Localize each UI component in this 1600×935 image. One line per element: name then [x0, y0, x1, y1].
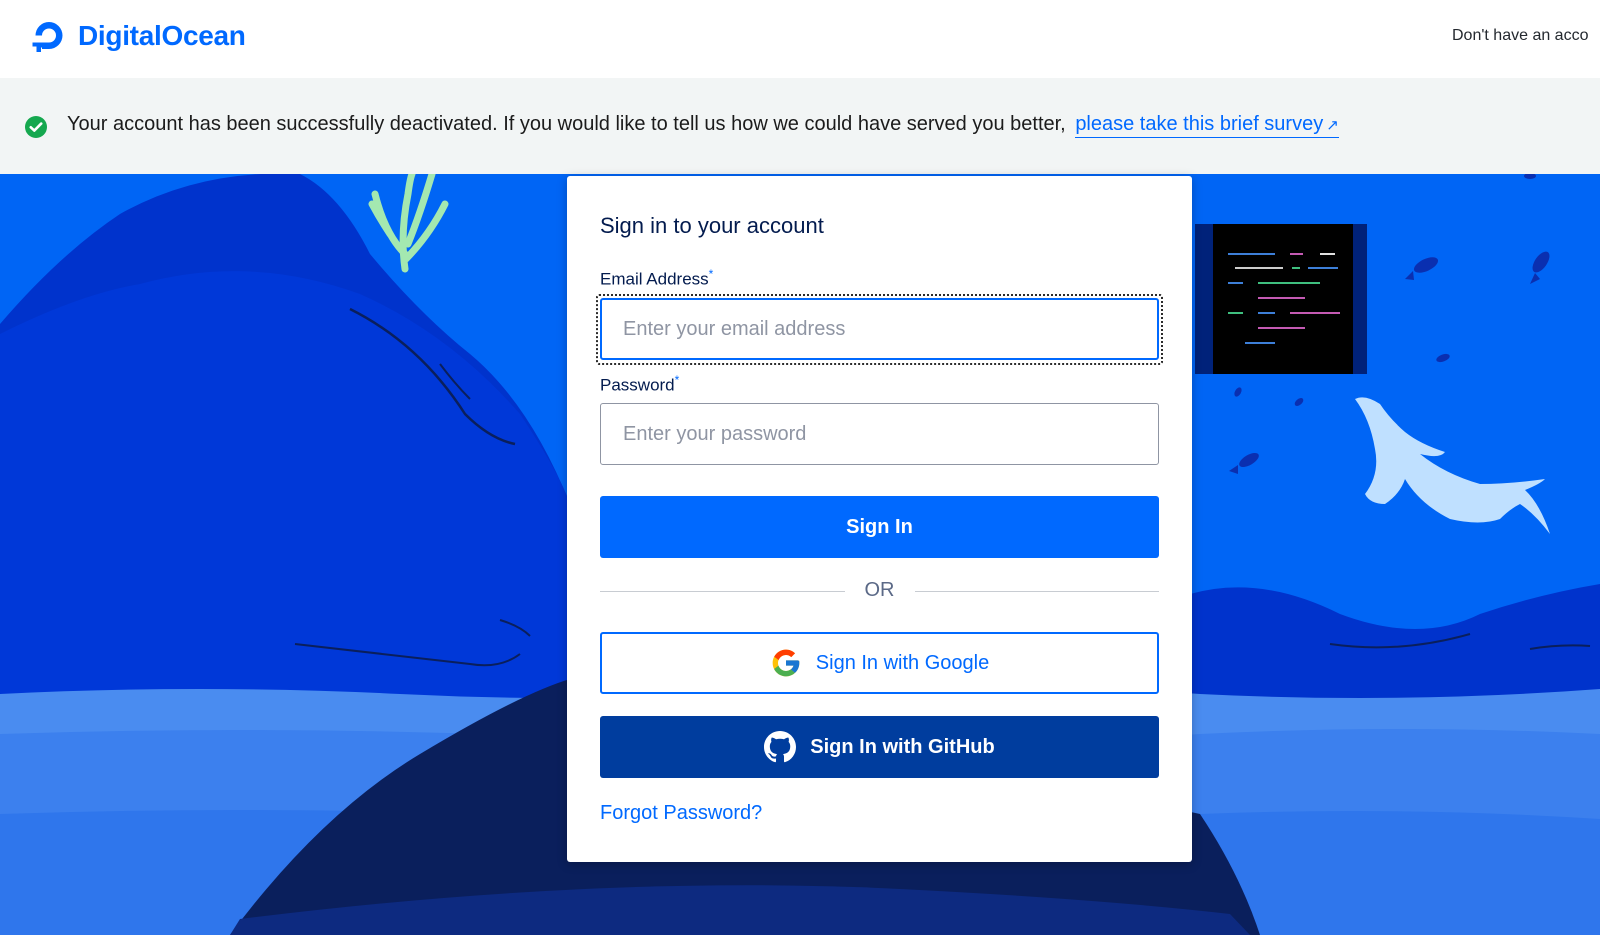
brand-logo[interactable]: DigitalOcean: [30, 17, 246, 55]
email-label-text: Email Address: [600, 269, 709, 289]
required-marker: *: [708, 267, 714, 281]
google-icon: [772, 649, 800, 677]
signin-title: Sign in to your account: [600, 213, 824, 238]
google-signin-button[interactable]: Sign In with Google: [600, 632, 1159, 694]
divider-line-right: [915, 591, 1159, 592]
success-check-icon: [25, 116, 47, 138]
google-signin-label: Sign In with Google: [815, 651, 990, 674]
top-header: DigitalOcean Don't have an acco: [0, 0, 1600, 78]
signup-prompt[interactable]: Don't have an acco: [1452, 27, 1588, 45]
email-label: Email Address*: [600, 267, 713, 290]
coral-plant: [368, 174, 449, 273]
github-signin-button[interactable]: Sign In with GitHub: [600, 716, 1159, 778]
github-signin-label: Sign In with GitHub: [810, 735, 995, 758]
terminal-screen-art: [1195, 224, 1367, 374]
password-label-text: Password: [600, 375, 675, 395]
banner-message-text: Your account has been successfully deact…: [67, 113, 1066, 135]
survey-link[interactable]: please take this brief survey ↗: [1075, 113, 1339, 138]
email-input[interactable]: [600, 298, 1159, 360]
or-divider: OR: [600, 576, 1159, 606]
banner-message: Your account has been successfully deact…: [67, 113, 1339, 138]
digitalocean-logo-icon: [32, 22, 63, 52]
survey-link-label: please take this brief survey: [1075, 113, 1324, 135]
required-marker: *: [674, 373, 680, 387]
brand-name: DigitalOcean: [78, 20, 246, 51]
forgot-password-link[interactable]: Forgot Password?: [600, 802, 762, 825]
signin-card: Sign in to your account Email Address* P…: [567, 176, 1192, 862]
password-label: Password*: [600, 373, 679, 396]
password-input[interactable]: [600, 403, 1159, 465]
sign-in-button[interactable]: Sign In: [600, 496, 1159, 558]
github-icon: [764, 731, 797, 763]
external-arrow-icon: ↗: [1326, 117, 1339, 134]
dolphin-art: [1355, 397, 1550, 534]
